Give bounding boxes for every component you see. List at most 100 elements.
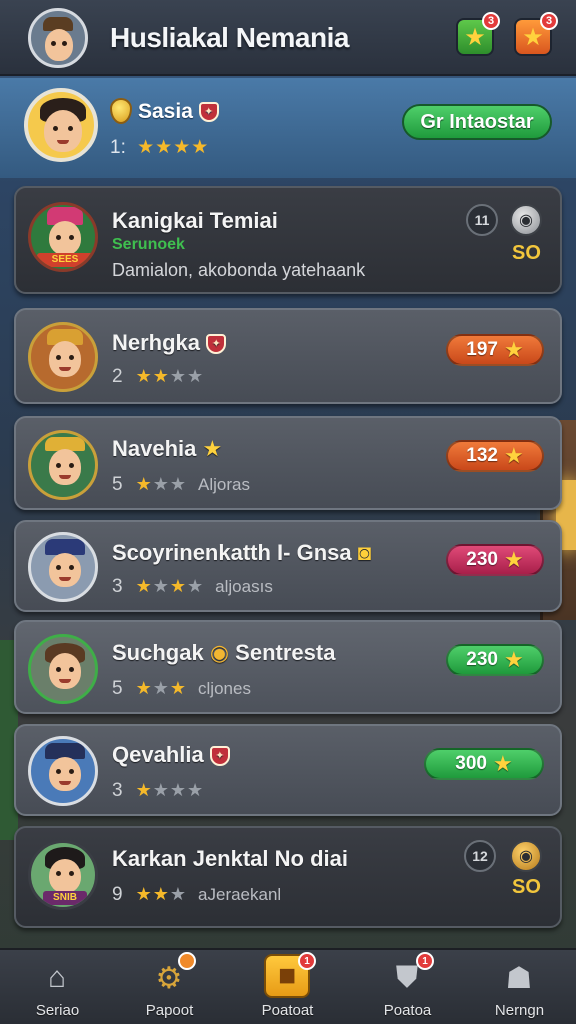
player-level: 5 (112, 474, 123, 495)
star-icon: ★ (522, 23, 544, 51)
star-icon: ★ (503, 337, 524, 362)
nav-item-home[interactable]: ⌂ Seriao (0, 950, 115, 1024)
coin-icon: ◉ (510, 840, 542, 872)
player-score: SO (512, 876, 541, 898)
player-description: Damialon, akobonda yatehaank (112, 260, 366, 280)
star-icon: ★ (492, 751, 513, 776)
coin-stack-icon: ◙ (357, 540, 372, 565)
player-level: 3 (112, 576, 123, 597)
star-icon: ★ (503, 443, 524, 468)
player-points: 230 (466, 549, 498, 570)
rank-icon[interactable]: 12 (464, 840, 496, 872)
profile-level: 1: (110, 137, 126, 158)
player-name: Navehia (112, 436, 197, 461)
profile-stars: ★★★★ (137, 137, 210, 158)
profile-avatar[interactable] (24, 88, 98, 162)
notification-badge: 3 (540, 12, 558, 30)
player-name: Qevahlia (112, 742, 204, 767)
rank-emblem-icon: ✦ (198, 102, 219, 123)
player-points: 132 (466, 445, 498, 466)
medal-icon: ◉ (209, 640, 230, 665)
player-stars: ★★★ (135, 884, 188, 904)
points-pill[interactable]: 197 ★ (446, 334, 544, 366)
list-item[interactable]: SEES Kanigkai Temiai Serunoek Damialon, … (14, 186, 562, 294)
list-item[interactable]: Navehia ★ 5 ★★★ Aljoras 132 ★ (14, 416, 562, 510)
star-icon: ★ (464, 23, 486, 51)
coin-icon: ◉ (510, 204, 542, 236)
points-pill[interactable]: 230 ★ (446, 544, 544, 576)
player-avatar: SEES (28, 202, 98, 272)
list-item[interactable]: Scoyrinenkatth I- Gnsa ◙ 3 ★★★★ aljoasıs… (14, 520, 562, 612)
player-points: 300 (455, 753, 487, 774)
player-stars: ★★★ (135, 678, 188, 698)
rank-icon[interactable]: 11 (466, 204, 498, 236)
player-avatar (28, 322, 98, 392)
player-extra: Aljoras (198, 475, 250, 494)
nav-badge (178, 952, 196, 970)
profile-name: Sasia (138, 100, 193, 123)
player-name: Scoyrinenkatth I- Gnsa (112, 540, 352, 565)
app-title: Husliakal Nemania (110, 22, 349, 53)
list-item[interactable]: Nerhgka ✦ 2 ★★★★ 197 ★ (14, 308, 562, 404)
list-item[interactable]: SNIB Karkan Jenktal No diai 9 ★★★ aJerae… (14, 826, 562, 928)
top-bar: Husliakal Nemania ★ 3 ★ 3 (0, 0, 576, 76)
player-level: 3 (112, 780, 123, 801)
player-tagline: Serunoek (112, 236, 185, 253)
profile-action-button[interactable]: Gr Intaostar (402, 104, 552, 140)
list-item[interactable]: Suchgak ◉ Sentresta 5 ★★★ cljones 230 ★ (14, 620, 562, 714)
points-pill[interactable]: 300 ★ (424, 748, 544, 780)
nav-item-settings[interactable]: ⚙ Papoot (112, 950, 227, 1024)
player-stars: ★★★★ (135, 576, 205, 596)
player-stars: ★★★★ (135, 780, 205, 800)
player-name: Suchgak (112, 640, 204, 665)
home-icon: ⌂ (47, 961, 67, 994)
player-name-suffix: Sentresta (235, 640, 336, 665)
nav-label: Nerngn (494, 1002, 545, 1019)
achievements-button[interactable]: ★ 3 (456, 12, 500, 56)
nav-label: Poatoa (383, 1002, 432, 1019)
player-extra: cljones (198, 679, 251, 698)
player-avatar: SNIB (28, 840, 98, 910)
player-points: 197 (466, 339, 498, 360)
list-item[interactable]: Qevahlia ✦ 3 ★★★★ 300 ★ (14, 724, 562, 816)
player-level: 9 (112, 884, 123, 905)
player-avatar (28, 634, 98, 704)
nav-item-profile[interactable]: ☗ Nerngn (462, 950, 576, 1024)
player-avatar (28, 430, 98, 500)
star-icon: ★ (202, 436, 223, 461)
player-name: Kanigkai Temiai (112, 208, 278, 233)
player-avatar (28, 736, 98, 806)
points-pill[interactable]: 230 ★ (446, 644, 544, 676)
nav-label: Papoot (145, 1002, 194, 1019)
player-extra: aljoasıs (215, 577, 273, 596)
rank-emblem-icon: ✦ (209, 746, 230, 767)
bottom-nav: ⌂ Seriao ⚙ Papoot ■ 1 Poatoat ⛊ 1 Poatoa… (0, 948, 576, 1024)
nav-item-shield[interactable]: ⛊ 1 Poatoa (350, 950, 465, 1024)
star-icon: ★ (503, 647, 524, 672)
player-name: Nerhgka (112, 330, 201, 355)
helmet-icon: ☗ (505, 961, 533, 995)
nav-label: Poatoat (261, 1002, 314, 1019)
notification-badge: 3 (482, 12, 500, 30)
player-level: 2 (112, 366, 123, 387)
player-list: SEES Kanigkai Temiai Serunoek Damialon, … (14, 186, 562, 930)
user-avatar[interactable] (28, 8, 88, 68)
player-extra: aJeraekanl (198, 885, 282, 904)
player-score: SO (512, 242, 541, 264)
player-stars: ★★★ (135, 474, 188, 494)
nav-item-treasure[interactable]: ■ 1 Poatoat (230, 950, 345, 1024)
avatar-badge: SEES (37, 253, 93, 267)
avatar-badge: SNIB (43, 891, 87, 905)
points-pill[interactable]: 132 ★ (446, 440, 544, 472)
star-icon: ★ (503, 547, 524, 572)
rank-emblem-icon: ✦ (206, 334, 227, 355)
player-name: Karkan Jenktal No diai (112, 846, 348, 871)
player-avatar (28, 532, 98, 602)
player-level: 5 (112, 678, 123, 699)
player-stars: ★★★★ (135, 366, 205, 386)
rewards-button[interactable]: ★ 3 (514, 12, 558, 56)
nav-badge: 1 (416, 952, 434, 970)
nav-label: Seriao (35, 1002, 80, 1019)
player-points: 230 (466, 649, 498, 670)
nav-badge: 1 (298, 952, 316, 970)
